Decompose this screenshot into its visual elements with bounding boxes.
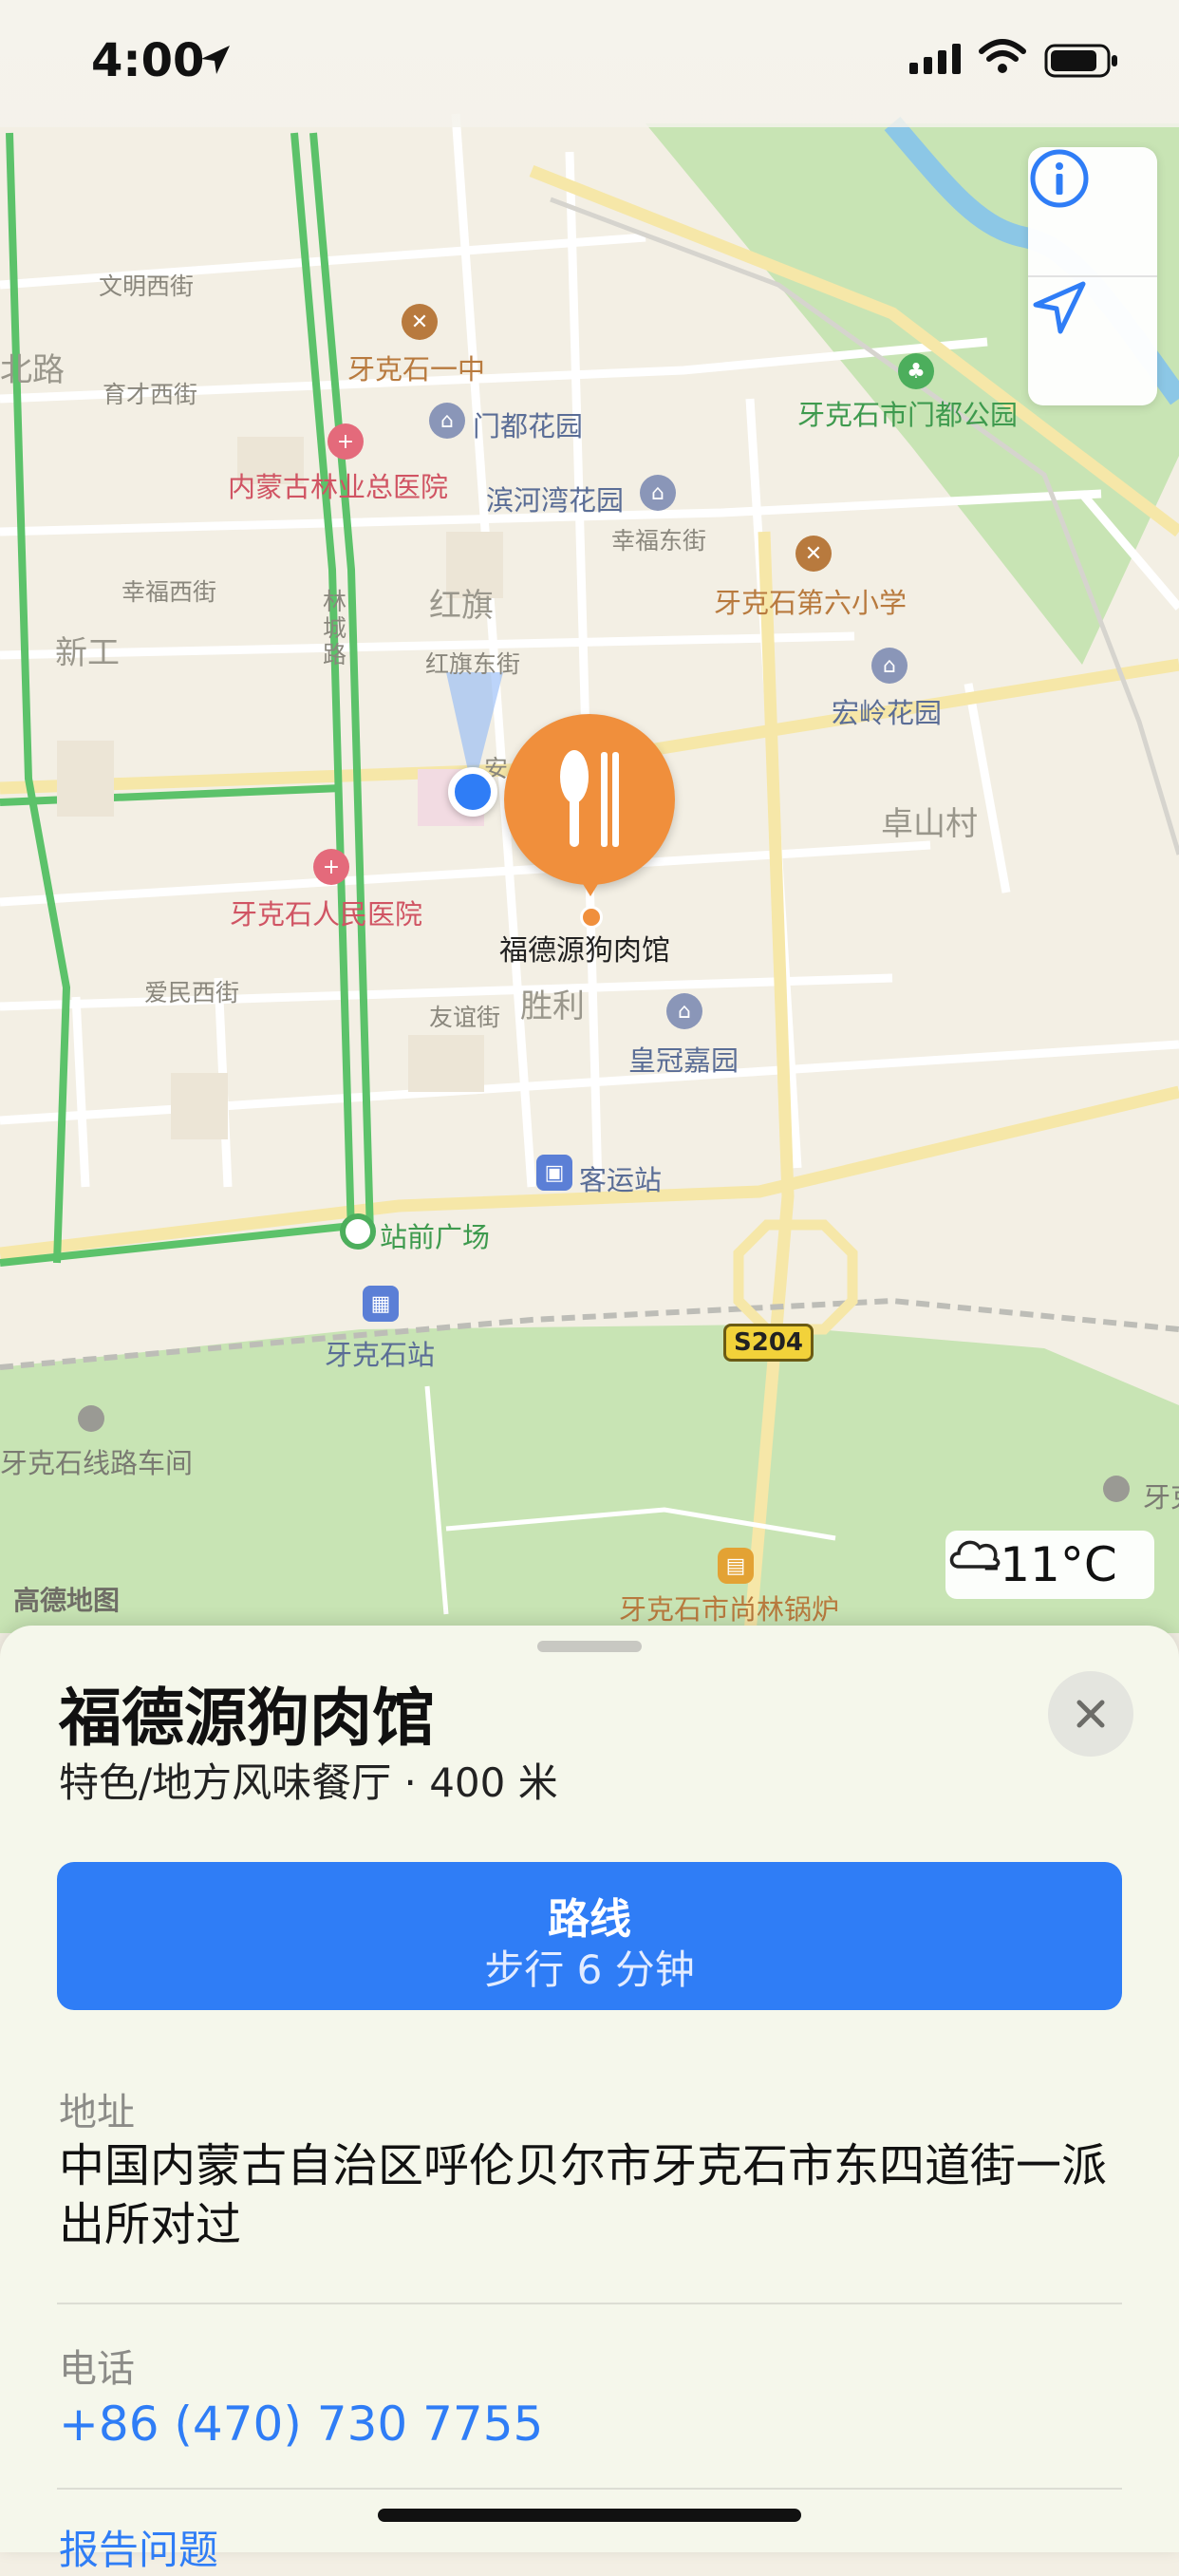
divider (57, 2303, 1122, 2304)
map-label: 门都花园 (473, 410, 584, 442)
map-view[interactable]: ✕ ⌂ + ⌂ ✕ ♣ ⌂ + ⌂ ▣ ▦ ▤ 文明西街 育才西街 北路 牙克石… (0, 0, 1179, 1633)
info-icon (1030, 149, 1089, 208)
phone-label: 电话 (59, 2347, 135, 2391)
residence-icon: ⌂ (666, 993, 702, 1029)
map-label: 滨河湾花园 (486, 484, 625, 517)
hospital-icon: + (328, 423, 364, 460)
residence-icon: ⌂ (871, 648, 908, 684)
cloud-icon (949, 1540, 1001, 1569)
status-time: 4:00 (91, 34, 205, 87)
map-label: 牙克石市门都公园 (797, 399, 1019, 431)
location-arrow-icon (1033, 281, 1086, 334)
address-value[interactable]: 中国内蒙古自治区呼伦贝尔市牙克石市东四道街一派出所对过 (59, 2136, 1122, 2254)
map-label: 牙克石站 (325, 1339, 436, 1371)
wifi-icon (979, 39, 1026, 73)
depot-icon (1103, 1476, 1130, 1502)
place-card: 福德源狗肉馆 特色/地方风味餐厅 · 400 米 路线 步行 6 分钟 地址 中… (0, 1626, 1179, 2573)
locate-me-button[interactable] (1028, 276, 1157, 405)
status-bar: 4:00 (0, 0, 1179, 127)
pin-label: 福德源狗肉馆 (499, 934, 670, 968)
depot-icon (78, 1405, 104, 1432)
boiler-icon: ▤ (718, 1548, 754, 1584)
map-label: 客运站 (579, 1164, 663, 1196)
map-controls (1028, 147, 1157, 405)
current-location-dot (448, 767, 497, 817)
map-label: 内蒙古林业总医院 (228, 471, 449, 503)
school-icon: ✕ (402, 304, 438, 340)
map-label: 站前广场 (380, 1221, 491, 1253)
bus-station-icon: ▣ (536, 1155, 572, 1191)
directions-button[interactable]: 路线 步行 6 分钟 (57, 1862, 1122, 2010)
map-label: 卓山村 (881, 805, 978, 843)
map-label: 育才西街 (103, 381, 198, 408)
cellular-signal-icon (909, 44, 961, 74)
map-label: 牙克石第六小学 (714, 587, 908, 619)
map-label: 牙克 (1143, 1481, 1179, 1514)
map-label: 幸福西街 (122, 578, 217, 606)
map-label: 皇冠嘉园 (628, 1044, 739, 1077)
map-label: 牙克石一中 (347, 353, 486, 385)
phone-link[interactable]: +86 (470) 730 7755 (59, 2397, 543, 2452)
map-label: 牙克石人民医院 (230, 898, 423, 931)
map-label: 北路 (0, 351, 65, 389)
map-label: 牙克石市尚林锅炉 (619, 1593, 840, 1626)
battery-icon (1044, 44, 1117, 78)
map-label: 红旗东街 (425, 650, 521, 678)
info-button[interactable] (1028, 147, 1157, 276)
residence-icon: ⌂ (640, 475, 676, 511)
close-button[interactable] (1048, 1671, 1133, 1757)
map-label: 文明西街 (99, 273, 195, 300)
road-shield: S204 (723, 1324, 814, 1362)
home-indicator[interactable] (378, 2509, 801, 2522)
map-label: 新工 (55, 634, 120, 672)
residence-icon: ⌂ (429, 403, 465, 439)
sheet-grabber[interactable] (537, 1641, 642, 1652)
school-icon: ✕ (795, 536, 832, 572)
fork-spoon-icon (560, 750, 619, 847)
map-label: 宏岭花园 (832, 697, 943, 729)
map-label: 胜利 (520, 987, 585, 1025)
map-label: 友谊街 (429, 1004, 501, 1031)
map-label: 红旗 (429, 587, 494, 625)
station-icon (340, 1213, 376, 1250)
map-label: 牙克石线路车间 (0, 1447, 194, 1479)
place-subtitle: 特色/地方风味餐厅 · 400 米 (59, 1759, 558, 1806)
park-icon: ♣ (898, 353, 934, 389)
restaurant-pin[interactable] (504, 714, 675, 885)
report-issue-link[interactable]: 报告问题 (59, 2518, 218, 2576)
map-label: 林城路 (323, 588, 347, 668)
close-icon (1076, 1700, 1105, 1728)
location-services-icon (201, 46, 230, 74)
map-label: 幸福东街 (611, 527, 707, 555)
pin-anchor (580, 906, 603, 929)
directions-title: 路线 (548, 1895, 631, 1944)
directions-eta: 步行 6 分钟 (484, 1946, 695, 1993)
train-icon: ▦ (363, 1286, 399, 1322)
map-label: 爱民西街 (144, 979, 240, 1006)
pin-tail (575, 872, 606, 896)
address-label: 地址 (59, 2091, 135, 2134)
hospital-icon: + (313, 849, 349, 885)
weather-chip: -11°C (945, 1531, 1154, 1599)
divider (57, 2488, 1122, 2490)
map-attribution: 高德地图 (13, 1585, 121, 1616)
weather-temperature: -11°C (982, 1537, 1117, 1592)
place-title: 福德源狗肉馆 (59, 1682, 435, 1755)
